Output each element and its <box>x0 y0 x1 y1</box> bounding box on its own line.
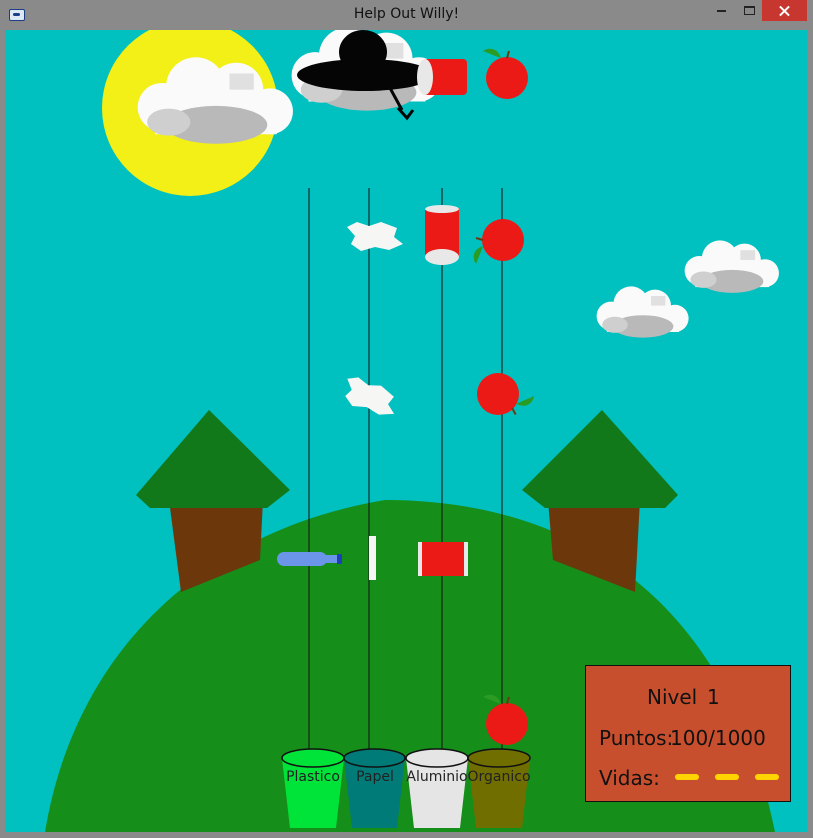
bin-organico[interactable] <box>467 748 531 828</box>
level-value: 1 <box>707 685 720 709</box>
maximize-button[interactable] <box>737 0 762 21</box>
game-canvas[interactable]: Plastico Papel Aluminio Organico Nivel 1… <box>5 30 807 832</box>
bin-label-plastico: Plastico <box>286 769 340 785</box>
life-icon <box>755 774 779 780</box>
bin-label-papel: Papel <box>356 769 394 785</box>
minimize-button[interactable] <box>707 0 737 21</box>
bin-label-organico: Organico <box>467 769 531 785</box>
lives-label: Vidas: <box>599 766 660 790</box>
life-icon <box>715 774 739 780</box>
can-icon[interactable] <box>425 205 459 265</box>
paper-icon[interactable] <box>369 536 376 580</box>
bin-plastico[interactable] <box>281 748 345 828</box>
points-value: 100/1000 <box>670 726 766 750</box>
bin-aluminio[interactable] <box>405 748 469 828</box>
close-button[interactable] <box>762 0 807 21</box>
title-bar[interactable]: Help Out Willy! <box>0 0 813 30</box>
can-icon[interactable] <box>418 542 468 576</box>
life-icon <box>675 774 699 780</box>
level-label: Nivel <box>647 685 698 709</box>
window-title: Help Out Willy! <box>353 6 460 22</box>
points-label: Puntos: <box>599 726 674 750</box>
bin-label-aluminio: Aluminio <box>406 769 468 785</box>
game-window: Help Out Willy! Plastico Papel Aluminio … <box>0 0 813 838</box>
bin-papel[interactable] <box>343 748 406 828</box>
can-icon[interactable] <box>417 59 467 95</box>
score-panel: Nivel 1 Puntos: 100/1000 Vidas: <box>585 665 791 802</box>
